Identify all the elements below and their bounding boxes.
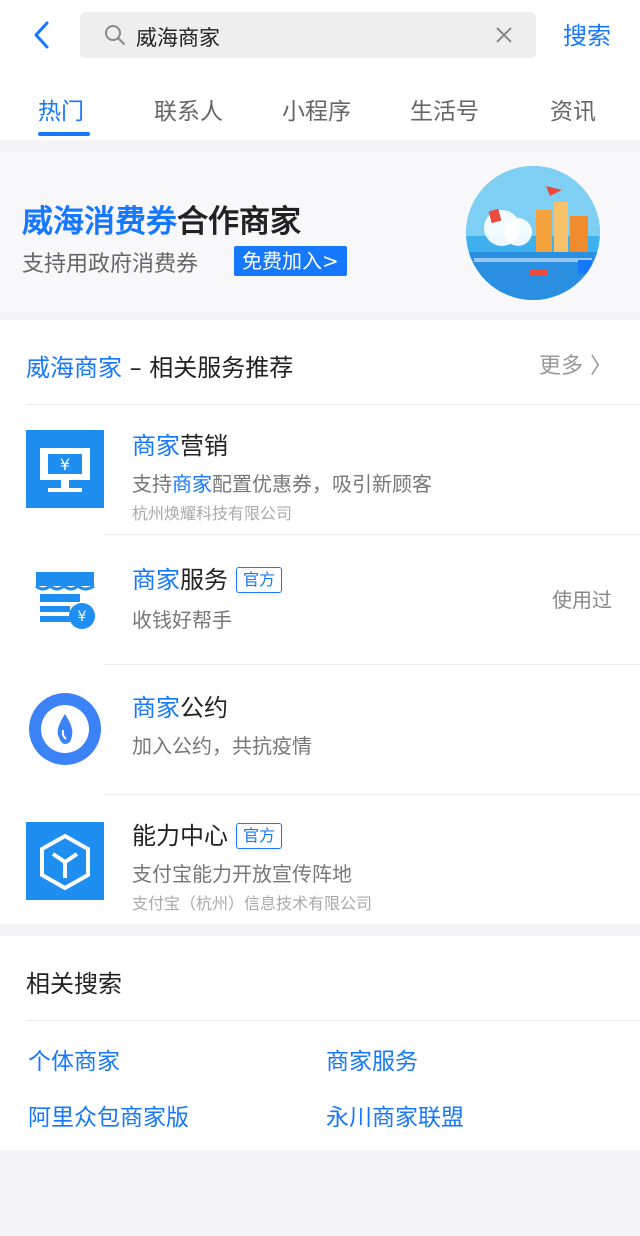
service-title: 商家营销 xyxy=(132,432,228,460)
service-description: 加入公约，共抗疫情 xyxy=(132,734,312,758)
search-button[interactable]: 搜索 xyxy=(563,16,611,51)
tab-contacts[interactable]: 联系人 xyxy=(154,92,223,126)
tab-bar: 热门 联系人 小程序 生活号 资讯 xyxy=(0,88,640,140)
service-title: 商家公约 xyxy=(132,694,228,722)
coupon-screen-icon: ¥ xyxy=(26,430,104,508)
banner-subtitle: 支持用政府消费券 xyxy=(22,252,199,277)
divider xyxy=(104,794,640,795)
back-button[interactable] xyxy=(26,18,56,52)
service-company: 杭州焕耀科技有限公司 xyxy=(132,504,293,523)
service-company: 支付宝（杭州）信息技术有限公司 xyxy=(132,894,373,913)
service-item-capability-center[interactable]: 能力中心 官方 支付宝能力开放宣传阵地 支付宝（杭州）信息技术有限公司 xyxy=(0,796,640,924)
droplet-icon xyxy=(29,693,101,765)
active-tab-indicator xyxy=(38,132,90,136)
service-item-merchant-service[interactable]: ¥ 商家服务 官方 收钱好帮手 使用过 xyxy=(0,536,640,664)
service-title: 能力中心 官方 xyxy=(132,816,283,851)
search-query: 威海商家 xyxy=(136,26,220,50)
divider xyxy=(26,404,640,405)
search-icon xyxy=(105,25,125,45)
official-badge: 官方 xyxy=(236,823,283,849)
clear-icon[interactable] xyxy=(492,23,516,47)
tab-news[interactable]: 资讯 xyxy=(550,92,596,126)
promo-banner[interactable]: 威海消费券合作商家 支持用政府消费券 免费加入> xyxy=(0,152,640,312)
svg-text:¥: ¥ xyxy=(78,609,87,625)
related-title: 相关搜索 xyxy=(26,970,122,998)
service-description: 支持商家配置优惠券，吸引新顾客 xyxy=(132,472,432,496)
join-free-button[interactable]: 免费加入> xyxy=(234,246,347,276)
section-title: 威海商家 – 相关服务推荐 xyxy=(26,354,294,382)
tab-mini-programs[interactable]: 小程序 xyxy=(282,92,351,126)
search-input[interactable]: 威海商家 xyxy=(80,12,536,58)
service-title: 商家服务 官方 xyxy=(132,560,283,595)
related-link[interactable]: 永川商家联盟 xyxy=(326,1098,464,1132)
store-icon: ¥ xyxy=(35,572,95,629)
top-bar: 威海商家 搜索 热门 联系人 小程序 生活号 资讯 xyxy=(0,0,640,140)
related-link[interactable]: 个体商家 xyxy=(28,1042,120,1076)
service-item-merchant-marketing[interactable]: ¥ 商家营销 支持商家配置优惠券，吸引新顾客 杭州焕耀科技有限公司 xyxy=(0,406,640,532)
banner-illustration xyxy=(466,166,600,300)
divider xyxy=(26,1020,640,1021)
related-link[interactable]: 阿里众包商家版 xyxy=(28,1098,189,1132)
more-link[interactable]: 更多 〉 xyxy=(539,348,612,380)
related-link[interactable]: 商家服务 xyxy=(326,1042,418,1076)
related-searches: 相关搜索 个体商家 商家服务 阿里众包商家版 永川商家联盟 xyxy=(0,936,640,1150)
banner-title: 威海消费券合作商家 xyxy=(22,204,301,240)
cube-icon xyxy=(26,822,104,900)
related-services-card: 威海商家 – 相关服务推荐 更多 〉 ¥ 商家营销 支持商家配置优惠券，吸引新顾… xyxy=(0,320,640,924)
service-description: 收钱好帮手 xyxy=(132,608,232,632)
used-status: 使用过 xyxy=(552,588,612,612)
chevron-left-icon xyxy=(34,21,49,49)
service-item-merchant-pledge[interactable]: 商家公约 加入公约，共抗疫情 xyxy=(0,666,640,794)
tab-hot[interactable]: 热门 xyxy=(38,92,84,126)
divider xyxy=(104,534,640,535)
tab-life-accounts[interactable]: 生活号 xyxy=(410,92,479,126)
service-description: 支付宝能力开放宣传阵地 xyxy=(132,862,352,886)
official-badge: 官方 xyxy=(236,567,283,593)
svg-text:¥: ¥ xyxy=(60,455,70,474)
divider xyxy=(104,664,640,665)
